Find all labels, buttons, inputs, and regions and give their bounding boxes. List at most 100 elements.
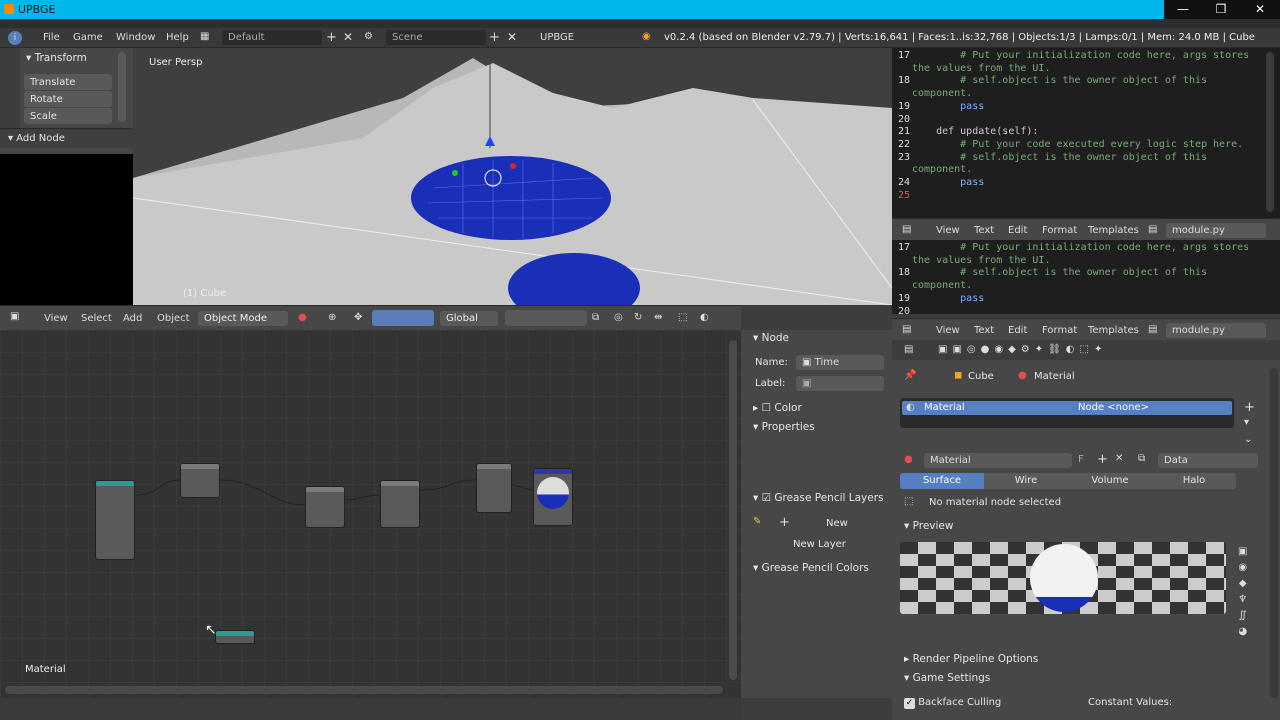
scene-field[interactable]: Scene	[386, 30, 486, 45]
editor-type-icon[interactable]: ▤	[902, 324, 911, 335]
backface-culling-checkbox[interactable]: ✓ Backface Culling	[904, 697, 1001, 709]
text-file-field[interactable]: module.py	[1166, 323, 1266, 338]
slot-down-icon[interactable]: ⌄	[1244, 434, 1252, 445]
tab-surface[interactable]: Surface	[900, 473, 984, 489]
editor-type-icon[interactable]: ▤	[902, 224, 911, 235]
node-editor[interactable]: ↖ Material	[0, 330, 741, 698]
node-hscrollbar[interactable]	[5, 686, 723, 694]
3d-viewport[interactable]: User Persp (1) Cube	[133, 48, 892, 305]
tab-halo[interactable]: Halo	[1152, 473, 1236, 489]
scene-icon[interactable]: ⚙	[364, 31, 373, 42]
node-name-field[interactable]: ▣ Time	[796, 355, 884, 370]
menu-help[interactable]: Help	[166, 32, 189, 43]
text-editor-bottom[interactable]: 17 # Put your initialization code here, …	[892, 240, 1280, 314]
render-pipeline-header[interactable]: ▸ Render Pipeline Options	[904, 653, 1038, 665]
layer-buttons[interactable]	[505, 310, 587, 326]
new-gp-button[interactable]: New	[826, 518, 848, 529]
text-browse-icon[interactable]: ▤	[1148, 224, 1157, 235]
preview-header[interactable]: ▾ Preview	[904, 520, 953, 532]
material-slot-row[interactable]: ◐ Material Node <none>	[902, 401, 1232, 415]
pivot-icon[interactable]: ⊕	[328, 312, 336, 323]
link-data-select[interactable]: Data	[1158, 453, 1258, 468]
menu-add[interactable]: Add	[123, 313, 142, 324]
close-button[interactable]: ✕	[1240, 0, 1280, 19]
add-node-header[interactable]: ▾ Add Node	[0, 128, 133, 148]
node-panel-header[interactable]: ▾ Node	[753, 332, 789, 344]
menu-view[interactable]: View	[44, 313, 68, 324]
menu-format[interactable]: Format	[1042, 325, 1077, 336]
remove-layout-icon[interactable]: ✕	[343, 30, 353, 44]
editor-type-icon[interactable]: ▣	[10, 311, 19, 322]
proportional-icon[interactable]: ◎	[614, 312, 623, 323]
remove-scene-icon[interactable]: ✕	[507, 30, 517, 44]
rotate-button[interactable]: Rotate	[24, 91, 112, 107]
preview-type-icons[interactable]: ▣ ◉ ◆ ♆ ∬ ◕	[1238, 544, 1247, 640]
shading-icon[interactable]: ●	[298, 312, 307, 323]
info-icon[interactable]: i	[8, 31, 22, 45]
layout-field[interactable]: Default	[222, 30, 322, 45]
menu-file[interactable]: File	[43, 32, 60, 43]
add-layout-icon[interactable]: +	[326, 30, 337, 45]
properties-editor-icon[interactable]: ▤	[904, 344, 913, 355]
text-file-field[interactable]: module.py	[1166, 223, 1266, 238]
pin-icon[interactable]: 📌	[904, 370, 916, 381]
link-icon[interactable]: ⧉	[1138, 453, 1145, 464]
menu-format[interactable]: Format	[1042, 225, 1077, 236]
restore-button[interactable]: ❐	[1202, 0, 1240, 19]
properties-panel-header[interactable]: ▾ Properties	[753, 421, 815, 433]
slot-menu-icon[interactable]: ▾	[1244, 417, 1249, 428]
tab-wire[interactable]: Wire	[984, 473, 1068, 489]
add-slot-icon[interactable]: +	[1244, 400, 1255, 415]
menu-edit[interactable]: Edit	[1008, 225, 1027, 236]
scale-button[interactable]: Scale	[24, 108, 112, 124]
mode-select[interactable]: Object Mode	[198, 311, 288, 326]
menu-edit[interactable]: Edit	[1008, 325, 1027, 336]
layout-icon[interactable]: ▦	[200, 31, 209, 42]
menu-text[interactable]: Text	[974, 225, 994, 236]
pencil-icon[interactable]: ✎	[753, 516, 761, 527]
gp-layers-header[interactable]: ▾ ☑ Grease Pencil Layers	[753, 492, 884, 504]
text-editor-top[interactable]: 17 # Put your initialization code here, …	[892, 48, 1280, 218]
material-datablock-field[interactable]: Material	[924, 453, 1072, 468]
menu-object[interactable]: Object	[157, 313, 190, 324]
manipulator-icon[interactable]: ✥	[354, 312, 362, 323]
text-browse-icon[interactable]: ▤	[1148, 324, 1157, 335]
add-scene-icon[interactable]: +	[489, 30, 500, 45]
layer-lock-icon[interactable]: ⧉	[592, 312, 599, 323]
render-icon[interactable]: ⬚	[678, 312, 687, 323]
code-scrollbar[interactable]	[1266, 52, 1274, 212]
add-icon[interactable]: +	[779, 515, 790, 530]
orientation-select[interactable]: Global	[440, 311, 498, 326]
render-engine-select[interactable]: UPBGE	[534, 30, 628, 45]
transform-header[interactable]: ▾ Transform	[26, 52, 87, 64]
properties-scrollbar[interactable]	[1270, 368, 1278, 698]
menu-templates[interactable]: Templates	[1088, 325, 1139, 336]
color-panel-header[interactable]: ▸ ☐ Color	[753, 402, 802, 414]
fake-user-button[interactable]: F	[1078, 454, 1084, 465]
material-slot-list[interactable]: ◐ Material Node <none>	[900, 398, 1234, 428]
material-browse-icon[interactable]: ●	[904, 454, 913, 465]
node-label-field[interactable]: ▣	[796, 376, 884, 391]
menu-view[interactable]: View	[936, 225, 960, 236]
menu-select[interactable]: Select	[81, 313, 112, 324]
translate-button[interactable]: Translate	[24, 74, 112, 90]
transform-mode-toggles[interactable]	[372, 310, 434, 326]
new-layer-button[interactable]: New Layer	[793, 539, 846, 550]
menu-window[interactable]: Window	[116, 32, 155, 43]
minimize-button[interactable]: —	[1164, 0, 1202, 19]
tab-volume[interactable]: Volume	[1068, 473, 1152, 489]
snap-target-icon[interactable]: ⇹	[654, 312, 662, 323]
menu-view[interactable]: View	[936, 325, 960, 336]
context-tab-icons[interactable]: ▣▣◎●◉◆⚙✦⛓◐⬚✦	[938, 344, 1107, 355]
menu-templates[interactable]: Templates	[1088, 225, 1139, 236]
tool-scrollbar[interactable]	[118, 52, 126, 122]
unlink-material-icon[interactable]: ✕	[1115, 453, 1123, 464]
new-material-icon[interactable]: +	[1097, 452, 1108, 467]
node-vscrollbar[interactable]	[729, 340, 737, 680]
menu-game[interactable]: Game	[73, 32, 103, 43]
gp-colors-header[interactable]: ▾ Grease Pencil Colors	[753, 562, 869, 574]
game-settings-header[interactable]: ▾ Game Settings	[904, 672, 990, 684]
camera-icon[interactable]: ◐	[700, 312, 709, 323]
menu-text[interactable]: Text	[974, 325, 994, 336]
snap-icon[interactable]: ↻	[634, 312, 642, 323]
